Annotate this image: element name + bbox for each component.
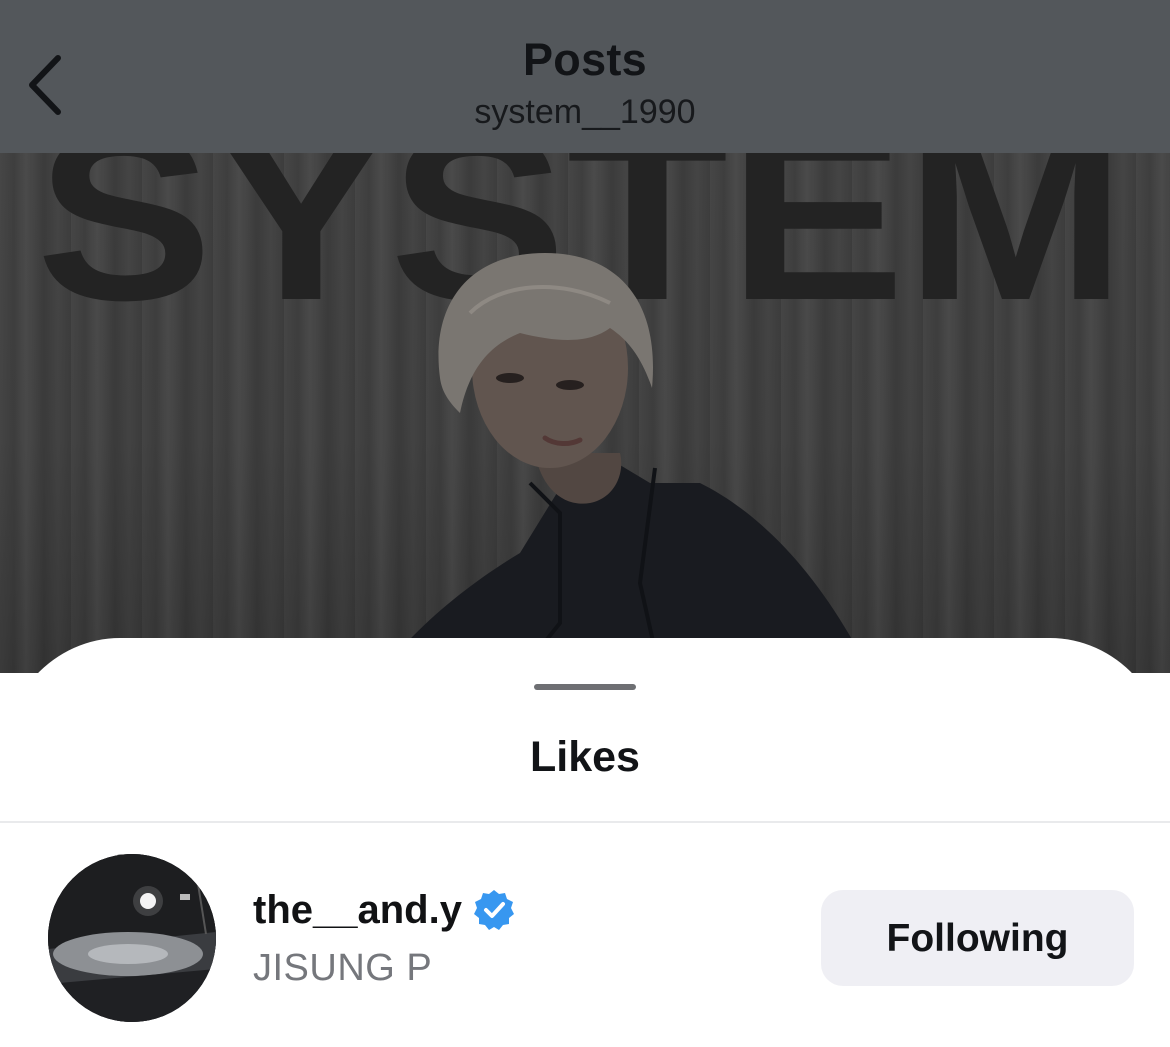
following-button[interactable]: Following xyxy=(821,890,1134,986)
list-item-user[interactable]: the__and.y JISUNG P Following xyxy=(0,852,1170,1022)
username-line[interactable]: the__and.y xyxy=(253,885,516,935)
sheet-title: Likes xyxy=(530,733,640,781)
post-image: SYSTEM xyxy=(0,153,1170,673)
likes-sheet: Likes the__and.y JISUNG P Following xyxy=(0,638,1170,1047)
page-title: Posts xyxy=(522,34,648,85)
sheet-grabber[interactable] xyxy=(534,684,636,690)
avatar[interactable] xyxy=(48,854,216,1022)
divider xyxy=(0,821,1170,823)
verified-badge-icon xyxy=(472,888,516,932)
screen: Posts system__1990 SYSTEM Likes the__and… xyxy=(0,0,1170,1047)
username: the__and.y xyxy=(253,887,462,932)
page-subtitle-username[interactable]: system__1990 xyxy=(0,93,1170,132)
top-nav-bar: Posts system__1990 xyxy=(0,0,1170,153)
full-name: JISUNG P xyxy=(253,947,433,989)
